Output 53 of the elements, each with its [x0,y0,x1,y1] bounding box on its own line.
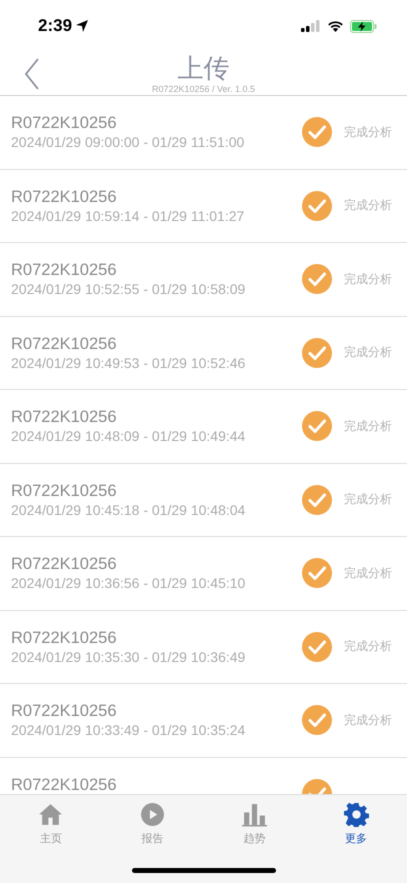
time-range: 2024/01/29 09:00:00 - 01/29 11:51:00 [11,133,246,151]
device-id: R0722K10256 [11,628,118,648]
upload-row[interactable]: R0722K10256 2024/01/29 10:48:09 - 01/29 10:49:44 完成分析 [0,390,407,464]
page-subtitle: R0722K10256 / Ver. 1.0.5 [152,84,256,95]
time-range: 2024/01/29 10:48:09 - 01/29 10:49:44 [11,427,246,445]
tab[interactable]: 报告 [122,802,183,846]
location-arrow-icon [75,19,90,33]
wifi-icon [327,20,344,32]
clock-time: 2:39 [38,16,72,36]
device-id: R0722K10256 [11,407,118,427]
tab[interactable]: 主页 [20,802,81,846]
status-label: 完成分析 [344,197,393,214]
settings-icon [344,802,369,827]
upload-row[interactable]: R0722K10256 2024/01/29 10:33:49 - 01/29 10:35:24 完成分析 [0,684,407,758]
upload-row[interactable]: R0722K10256 2024/01/29 10:59:14 - 01/29 11:01:27 完成分析 [0,170,407,243]
status-label: 完成分析 [344,638,393,656]
bar-chart-icon [242,802,267,827]
home-icon [38,802,64,827]
status-label: 完成分析 [344,270,393,288]
device-id: R0722K10256 [11,260,118,280]
signal-icon [301,20,321,32]
device-id: R0722K10256 [11,774,118,794]
time-range: 2024/01/29 10:35:30 - 01/29 10:36:49 [11,648,246,666]
back-icon[interactable] [24,58,40,90]
upload-row[interactable]: R0722K10256 2024/01/29 10:35:30 - 01/29 10:36:49 完成分析 [0,610,407,684]
play-circle-icon [140,802,166,827]
battery-charging-icon [350,20,377,32]
tab[interactable]: 更多 [326,802,386,846]
status-label: 完成分析 [344,124,393,141]
upload-row[interactable]: R0722K10256 2024/01/29 10:36:56 - 01/29 10:45:10 完成分析 [0,537,407,610]
status-label: 完成分析 [344,712,393,729]
device-id: R0722K10256 [11,113,118,133]
status-label: 完成分析 [344,344,393,362]
device-id: R0722K10256 [11,334,118,354]
device-id: R0722K10256 [11,480,118,500]
device-id: R0722K10256 [11,554,118,574]
time-range: 2024/01/29 10:59:14 - 01/29 11:01:27 [11,206,246,224]
status-label: 完成分析 [344,491,393,508]
device-id: R0722K10256 [11,186,118,206]
time-range: 2024/01/29 10:52:55 - 01/29 10:58:09 [11,280,246,298]
tab[interactable]: 趋势 [224,802,284,846]
upload-row[interactable]: R0722K10256 2024/01/29 10:45:18 - 01/29 10:48:04 完成分析 [0,464,407,537]
time-range: 2024/01/29 10:45:18 - 01/29 10:48:04 [11,500,246,518]
time-range: 2024/01/29 10:33:49 - 01/29 10:35:24 [11,721,246,739]
status-label: 完成分析 [344,418,393,435]
status-label: 完成分析 [344,564,393,582]
upload-row[interactable]: R0722K10256 2024/01/29 10:52:55 - 01/29 10:58:09 完成分析 [0,243,407,316]
device-id: R0722K10256 [11,701,118,721]
time-range: 2024/01/29 10:49:53 - 01/29 10:52:46 [11,354,246,372]
upload-row[interactable]: R0722K10256 2024/01/29 09:00:00 - 01/29 11:51:00 完成分析 [0,96,407,170]
upload-row[interactable]: R0722K10256 2024/01/29 10:49:53 - 01/29 10:52:46 完成分析 [0,316,407,390]
page-title: 上传 [178,52,230,84]
time-range: 2024/01/29 10:36:56 - 01/29 10:45:10 [11,574,246,592]
